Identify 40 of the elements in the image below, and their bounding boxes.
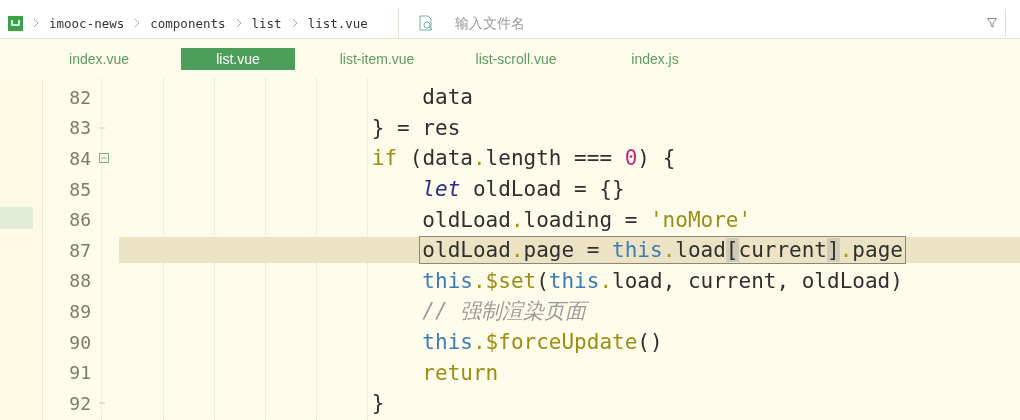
breadcrumb-item[interactable]: list.vue (307, 15, 368, 31)
code-line: // 强制渲染页面 (421, 298, 590, 326)
document-search-icon[interactable] (417, 14, 435, 32)
code-line: if (data.length === 0) { (370, 145, 677, 173)
breadcrumb-item[interactable]: components (150, 15, 226, 31)
file-tab[interactable]: index.js (598, 48, 712, 70)
chevron-icon (291, 18, 298, 28)
line-number: 89 (68, 300, 91, 322)
chevron-icon (235, 18, 242, 28)
search-box[interactable]: 输入文件名 (445, 9, 1006, 37)
code-line: oldLoad.loading = 'noMore' (421, 206, 753, 234)
line-number: 88 (68, 270, 91, 292)
code-line: data (421, 84, 474, 112)
line-number: 82 (68, 86, 91, 108)
line-number: 91 (68, 362, 91, 384)
line-number: 86 (68, 209, 91, 231)
line-number: 85 (68, 178, 91, 200)
file-tab[interactable]: list-item.vue (320, 48, 434, 70)
app-logo-icon (8, 15, 23, 31)
chevron-icon (33, 18, 39, 28)
file-tab[interactable]: list-scroll.vue (459, 48, 573, 70)
line-number: 87 (68, 239, 91, 261)
code-line: return (421, 359, 500, 387)
search-field[interactable]: 输入文件名 (453, 14, 987, 32)
line-number: 83 (68, 117, 91, 139)
line-number: 84 (68, 148, 91, 169)
file-tab[interactable]: list.vue (181, 48, 295, 70)
filter-icon[interactable] (987, 18, 997, 28)
line-number: 90 (68, 331, 91, 353)
fold-icon[interactable] (99, 153, 109, 164)
code-line: } (370, 390, 386, 418)
code-line: let oldLoad = {} (421, 176, 626, 204)
chevron-icon (134, 18, 141, 28)
breadcrumb-item[interactable]: imooc-news (49, 15, 125, 31)
code-line: this.$forceUpdate() (421, 329, 664, 357)
line-number: 92 (68, 392, 91, 414)
code-line: } = res (370, 114, 462, 142)
breadcrumb-item[interactable]: list (251, 15, 282, 31)
file-tab[interactable]: index.vue (42, 48, 156, 70)
code-line: this.$set(this.load, current, oldLoad) (421, 267, 904, 295)
